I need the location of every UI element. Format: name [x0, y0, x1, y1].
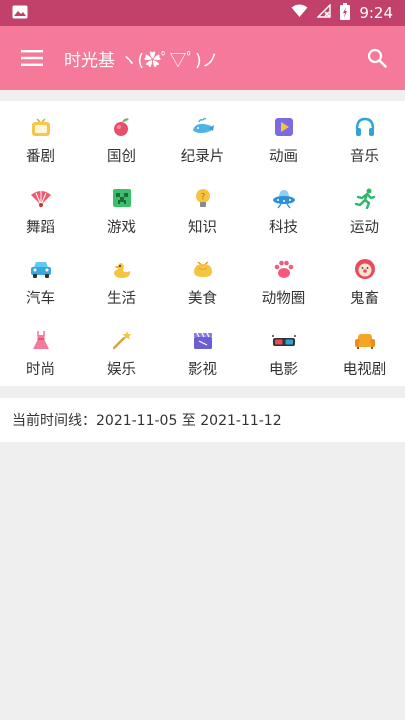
category-label: 舞蹈	[26, 220, 55, 236]
clapperboard-icon	[191, 328, 215, 352]
category-label: 纪录片	[180, 149, 225, 165]
category-item[interactable]: 游戏	[81, 184, 162, 255]
category-item[interactable]: 动物圈	[243, 255, 324, 326]
category-item[interactable]: 鬼畜	[324, 255, 405, 326]
lightbulb-icon: ?	[191, 186, 215, 210]
category-label: 娱乐	[107, 362, 136, 378]
category-item[interactable]: 动画	[243, 113, 324, 184]
duck-icon	[110, 257, 134, 281]
3d-glasses-icon	[271, 328, 296, 352]
category-item[interactable]: 纪录片	[162, 113, 243, 184]
creeper-icon	[110, 186, 134, 210]
no-signal-icon	[316, 3, 332, 22]
category-item[interactable]: 时尚	[0, 326, 81, 397]
magic-wand-icon	[110, 328, 134, 352]
category-label: 知识	[188, 220, 217, 236]
category-item[interactable]: 运动	[324, 184, 405, 255]
battery-icon	[340, 2, 351, 24]
category-item[interactable]: 科技	[243, 184, 324, 255]
runner-icon	[353, 186, 377, 210]
category-item[interactable]: 国创	[81, 113, 162, 184]
category-label: 电视剧	[342, 362, 387, 378]
image-icon	[12, 4, 28, 23]
app-bar: 时光基 ヽ(✿ﾟ▽ﾟ)ノ	[0, 26, 405, 90]
status-bar: 9:24	[0, 0, 405, 26]
category-label: 影视	[188, 362, 217, 378]
category-grid: 番剧 国创 纪录片 动画 音乐 舞蹈 游戏 ? 知识 科技 运动 汽车 生活 美…	[0, 101, 405, 386]
category-item[interactable]: 音乐	[324, 113, 405, 184]
headphones-icon	[353, 115, 377, 139]
status-time: 9:24	[359, 4, 393, 22]
svg-text:?: ?	[200, 193, 205, 203]
category-item[interactable]: 美食	[162, 255, 243, 326]
category-label: 汽车	[26, 291, 55, 307]
category-item[interactable]: 娱乐	[81, 326, 162, 397]
fan-icon	[29, 186, 53, 210]
tv-icon	[29, 115, 53, 139]
peach-icon	[110, 115, 134, 139]
category-item[interactable]: 汽车	[0, 255, 81, 326]
category-item[interactable]: 生活	[81, 255, 162, 326]
category-label: 动物圈	[261, 291, 306, 307]
paw-icon	[272, 257, 296, 281]
play-icon	[272, 115, 296, 139]
timeline-info: 当前时间线：2021-11-05 至 2021-11-12	[0, 398, 405, 442]
category-label: 时尚	[26, 362, 55, 378]
hamburger-menu-icon[interactable]	[0, 26, 64, 90]
category-label: 鬼畜	[350, 291, 379, 307]
car-icon	[29, 257, 53, 281]
clown-icon	[353, 257, 377, 281]
category-label: 动画	[269, 149, 298, 165]
wifi-icon	[291, 4, 308, 22]
category-label: 运动	[350, 220, 379, 236]
whale-icon	[191, 115, 215, 139]
category-label: 番剧	[26, 149, 55, 165]
category-item[interactable]: ? 知识	[162, 184, 243, 255]
category-label: 电影	[269, 362, 298, 378]
category-item[interactable]: 番剧	[0, 113, 81, 184]
app-title: 时光基 ヽ(✿ﾟ▽ﾟ)ノ	[64, 50, 219, 71]
dress-icon	[29, 328, 53, 352]
category-item[interactable]: 影视	[162, 326, 243, 397]
category-label: 科技	[269, 220, 298, 236]
category-item[interactable]: 舞蹈	[0, 184, 81, 255]
category-label: 生活	[107, 291, 136, 307]
category-label: 音乐	[350, 149, 379, 165]
sofa-icon	[353, 328, 377, 352]
category-item[interactable]: 电视剧	[324, 326, 405, 397]
search-icon[interactable]	[349, 26, 405, 90]
ufo-icon	[272, 186, 296, 210]
category-label: 国创	[107, 149, 136, 165]
bun-icon	[191, 257, 215, 281]
category-item[interactable]: 电影	[243, 326, 324, 397]
category-label: 美食	[188, 291, 217, 307]
category-label: 游戏	[107, 220, 136, 236]
